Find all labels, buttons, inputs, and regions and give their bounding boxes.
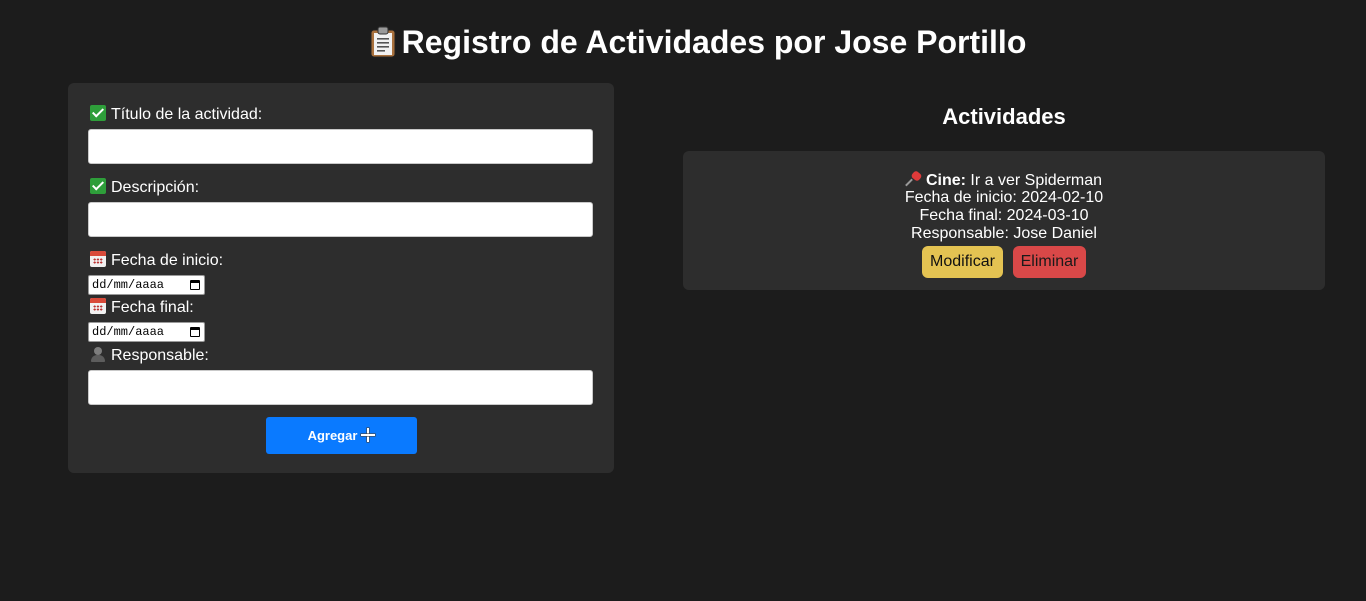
calendar-icon bbox=[90, 251, 106, 267]
description-input[interactable] bbox=[88, 202, 593, 237]
title-label: Título de la actividad: bbox=[90, 105, 262, 124]
title-input[interactable] bbox=[88, 129, 593, 164]
modify-button[interactable]: Modificar bbox=[922, 246, 1003, 278]
clipboard-icon bbox=[370, 26, 396, 58]
responsible-input[interactable] bbox=[88, 370, 593, 405]
start-date-label: Fecha de inicio: bbox=[90, 251, 223, 270]
page-title: Registro de Actividades por Jose Portill… bbox=[0, 22, 1366, 62]
start-date-placeholder: dd/mm/aaaa bbox=[92, 278, 165, 292]
responsible-label-text: Responsable: bbox=[111, 347, 209, 364]
add-button-label: Agregar bbox=[307, 428, 358, 443]
end-date-label-text: Fecha final: bbox=[111, 299, 194, 316]
add-button[interactable]: Agregar bbox=[266, 417, 417, 454]
activity-description: Ir a ver Spiderman bbox=[970, 172, 1103, 189]
activity-card: Cine: Ir a ver Spiderman Fecha de inicio… bbox=[683, 151, 1325, 290]
calendar-icon bbox=[90, 298, 106, 314]
plus-icon bbox=[361, 428, 376, 442]
person-silhouette-icon bbox=[90, 346, 106, 362]
activity-start-date: Fecha de inicio: 2024-02-10 bbox=[904, 189, 1104, 206]
check-mark-icon bbox=[90, 178, 106, 194]
delete-button[interactable]: Eliminar bbox=[1013, 246, 1086, 278]
activities-heading: Actividades bbox=[942, 104, 1066, 129]
activity-title-line: Cine: Ir a ver Spiderman bbox=[683, 171, 1325, 190]
start-date-label-text: Fecha de inicio: bbox=[111, 252, 224, 269]
calendar-picker-icon[interactable] bbox=[190, 327, 200, 337]
check-mark-icon bbox=[90, 105, 106, 121]
end-date-label: Fecha final: bbox=[90, 298, 194, 317]
description-label: Descripción: bbox=[90, 178, 199, 197]
start-date-input[interactable]: dd/mm/aaaa bbox=[88, 275, 205, 295]
activity-form: Título de la actividad: Descripción: Fec… bbox=[68, 83, 614, 473]
activity-responsible: Responsable: Jose Daniel bbox=[911, 225, 1097, 242]
responsible-label: Responsable: bbox=[90, 346, 209, 365]
description-label-text: Descripción: bbox=[111, 179, 200, 196]
activity-title: Cine: bbox=[925, 172, 966, 189]
calendar-picker-icon[interactable] bbox=[190, 280, 200, 290]
end-date-input[interactable]: dd/mm/aaaa bbox=[88, 322, 205, 342]
page-title-text: Registro de Actividades por Jose Portill… bbox=[401, 24, 1027, 60]
title-label-text: Título de la actividad: bbox=[111, 106, 263, 123]
end-date-placeholder: dd/mm/aaaa bbox=[92, 325, 165, 339]
activity-end-date: Fecha final: 2024-03-10 bbox=[919, 207, 1089, 224]
pushpin-icon bbox=[906, 171, 923, 187]
